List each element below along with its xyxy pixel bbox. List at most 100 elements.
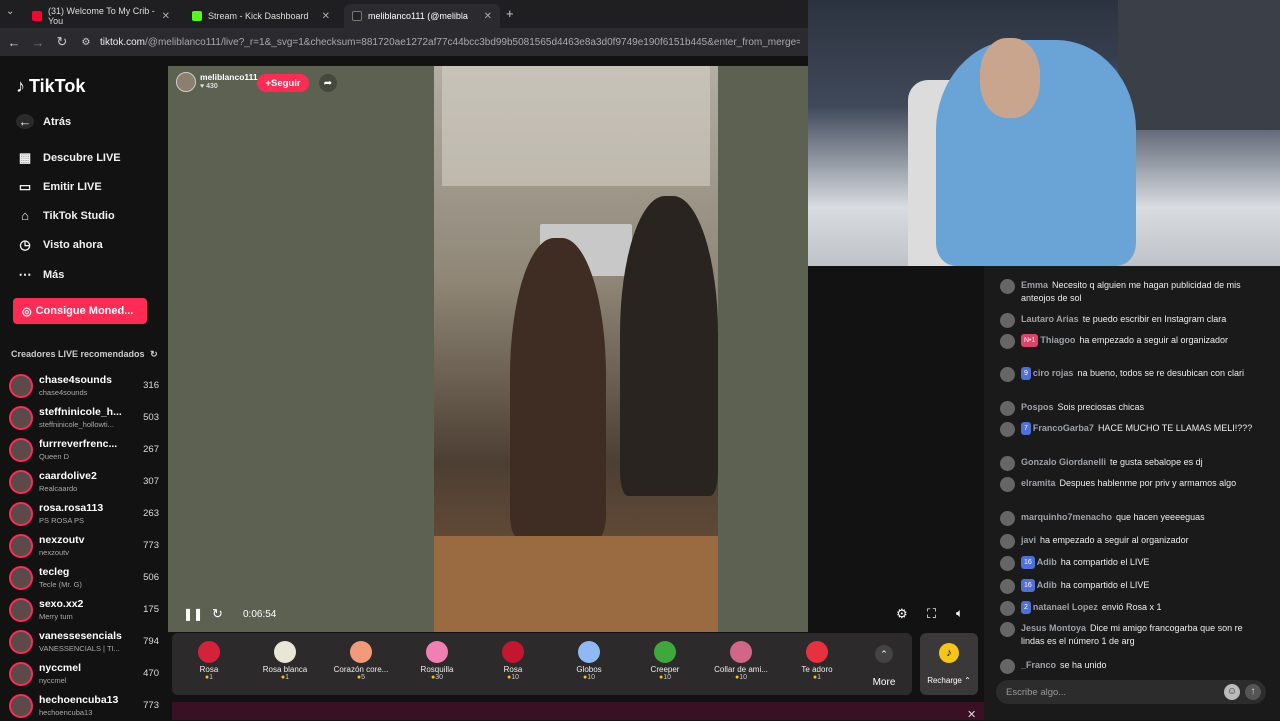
creator-item[interactable]: sexo.xx2 Merry tum 175 xyxy=(9,594,159,624)
tiktok-logo[interactable]: ♪ TikTok xyxy=(16,76,85,97)
host-info[interactable]: meliblanco111 ♥ 430 xyxy=(176,72,258,92)
chat-text: Despues hablenme por priv y armamos algo xyxy=(1059,478,1237,488)
follow-button[interactable]: +Seguir xyxy=(257,74,309,92)
chat-avatar[interactable] xyxy=(1000,279,1015,294)
creator-item[interactable]: chase4sounds chase4sounds 316 xyxy=(9,370,159,400)
creator-name: sexo.xx2 xyxy=(39,598,84,610)
creator-item[interactable]: vanessesencials VANESSENCIALS | TI... 794 xyxy=(9,626,159,656)
get-coins-button[interactable]: ◎ Consigue Moned... xyxy=(13,298,147,324)
chat-avatar[interactable] xyxy=(1000,367,1015,382)
close-tab-icon[interactable]: ✕ xyxy=(162,11,170,22)
chat-username[interactable]: Gonzalo Giordanelli xyxy=(1021,457,1106,467)
recharge-label: Recharge xyxy=(927,676,962,685)
chat-username[interactable]: marquinho7menacho xyxy=(1021,512,1112,522)
chat-avatar[interactable] xyxy=(1000,511,1015,526)
chat-avatar[interactable] xyxy=(1000,334,1015,349)
chat-avatar[interactable] xyxy=(1000,534,1015,549)
close-icon[interactable]: ✕ xyxy=(967,708,976,721)
settings-icon[interactable]: ⚙ xyxy=(896,606,908,622)
share-icon[interactable]: ➦ xyxy=(319,74,337,92)
pause-icon[interactable]: ❚❚ xyxy=(183,607,203,621)
creator-item[interactable]: steffninicole_h... steffninicole_hollowti… xyxy=(9,402,159,432)
chat-avatar[interactable] xyxy=(1000,401,1015,416)
close-tab-icon[interactable]: ✕ xyxy=(322,11,330,22)
volume-icon[interactable]: 🔈︎ xyxy=(956,606,963,621)
chat-username[interactable]: Pospos xyxy=(1021,402,1054,412)
gift-icon xyxy=(502,641,524,663)
chat-username[interactable]: Emma xyxy=(1021,280,1048,290)
emoji-icon[interactable]: ☺ xyxy=(1224,684,1240,700)
chat-avatar[interactable] xyxy=(1000,601,1015,616)
new-tab-icon[interactable]: + xyxy=(506,6,514,21)
chat-username[interactable]: _Franco xyxy=(1021,660,1056,670)
chat-avatar[interactable] xyxy=(1000,659,1015,674)
nav-mas[interactable]: ⋯ Más xyxy=(16,267,65,283)
tab-list-dropdown-icon[interactable]: ⌄ xyxy=(6,6,14,17)
nav-visto-ahora[interactable]: ◷ Visto ahora xyxy=(16,237,102,253)
chat-text: envió Rosa x 1 xyxy=(1101,602,1162,612)
browser-tab-kick[interactable]: Stream - Kick Dashboard ✕ xyxy=(184,4,338,28)
chat-message: 2 natanael Lopez envió Rosa x 1 xyxy=(1000,601,1262,616)
send-icon[interactable]: ↑ xyxy=(1245,684,1261,700)
gift-item[interactable]: Rosa ●10 xyxy=(478,637,548,693)
nav-emitir-live[interactable]: ▭ Emitir LIVE xyxy=(16,179,102,195)
chat-username[interactable]: natanael Lopez xyxy=(1033,602,1098,612)
gift-item[interactable]: Te adoro ●1 xyxy=(782,637,852,693)
chat-username[interactable]: javi xyxy=(1021,535,1036,545)
live-video-frame[interactable] xyxy=(434,66,718,632)
chat-username[interactable]: Adib xyxy=(1037,557,1057,567)
gift-icon xyxy=(350,641,372,663)
chat-username[interactable]: Adib xyxy=(1037,580,1057,590)
chat-avatar[interactable] xyxy=(1000,477,1015,492)
recharge-button[interactable]: ♪ Recharge ⌃ xyxy=(920,633,978,695)
back-link[interactable]: ← Atrás xyxy=(16,114,71,129)
gift-item[interactable]: Collar de ami... ●10 xyxy=(706,637,776,693)
creator-name: chase4sounds xyxy=(39,374,112,386)
gift-item[interactable]: Rosa ●1 xyxy=(174,637,244,693)
chat-text: HACE MUCHO TE LLAMAS MELI!??? xyxy=(1097,423,1253,433)
reload-icon[interactable]: ↻ xyxy=(50,34,74,50)
host-name[interactable]: meliblanco111 xyxy=(200,72,258,82)
refresh-icon[interactable]: ↻ xyxy=(150,349,158,359)
back-arrow-icon[interactable]: ← xyxy=(2,35,26,50)
chat-avatar[interactable] xyxy=(1000,422,1015,437)
gift-name: Rosa xyxy=(199,665,219,674)
refresh-stream-icon[interactable]: ↻ xyxy=(212,606,223,622)
nav-tiktok-studio[interactable]: ⌂ TikTok Studio xyxy=(16,208,115,223)
chat-avatar[interactable] xyxy=(1000,313,1015,328)
chat-avatar[interactable] xyxy=(1000,622,1015,637)
chat-avatar[interactable] xyxy=(1000,456,1015,471)
site-settings-icon[interactable]: ⚙ xyxy=(74,37,98,48)
forward-arrow-icon[interactable]: → xyxy=(26,35,50,50)
creator-item[interactable]: caardolive2 Realcaardo 307 xyxy=(9,466,159,496)
gift-item[interactable]: Rosa blanca ●1 xyxy=(250,637,320,693)
chat-text: ha compartido el LIVE xyxy=(1060,557,1150,567)
gift-item[interactable]: Corazón core... ●5 xyxy=(326,637,396,693)
creator-item[interactable]: tecleg Tecle (Mr. G) 506 xyxy=(9,562,159,592)
gift-item[interactable]: Globos ●10 xyxy=(554,637,624,693)
creator-item[interactable]: rosa.rosa113 PS ROSA PS 263 xyxy=(9,498,159,528)
chat-avatar[interactable] xyxy=(1000,556,1015,571)
gift-item[interactable]: Rosquilla ●30 xyxy=(402,637,472,693)
chat-username[interactable]: elramita xyxy=(1021,478,1056,488)
creator-item[interactable]: nexzoutv nexzoutv 773 xyxy=(9,530,159,560)
more-gifts-button[interactable]: ⌃ More xyxy=(868,645,900,688)
fullscreen-icon[interactable]: ⛶ xyxy=(927,606,936,622)
host-avatar[interactable] xyxy=(176,72,196,92)
browser-tab-tiktok[interactable]: meliblanco111 (@meliblanc ✕ xyxy=(344,4,500,28)
close-tab-icon[interactable]: ✕ xyxy=(484,11,492,22)
chat-avatar[interactable] xyxy=(1000,579,1015,594)
chat-username[interactable]: Jesus Montoya xyxy=(1021,623,1086,633)
url-host: tiktok.com xyxy=(100,36,146,48)
chat-username[interactable]: FrancoGarba7 xyxy=(1033,423,1094,433)
chat-username[interactable]: ciro rojas xyxy=(1033,368,1074,378)
browser-tab-youtube[interactable]: (31) Welcome To My Crib - You ✕ xyxy=(24,4,178,28)
creator-item[interactable]: hechoencuba13 hechoencuba13 773 xyxy=(9,690,159,720)
chat-username[interactable]: Lautaro Arias xyxy=(1021,314,1079,324)
url-input[interactable]: tiktok.com/@meliblanco111/live?_r=1&_svg… xyxy=(100,37,800,48)
gift-item[interactable]: Creeper ●10 xyxy=(630,637,700,693)
nav-descubre-live[interactable]: ▦ Descubre LIVE xyxy=(16,150,121,166)
creator-item[interactable]: nyccmel nyccmel 470 xyxy=(9,658,159,688)
creator-item[interactable]: furrreverfrenc... Queen D 267 xyxy=(9,434,159,464)
chat-username[interactable]: Thiagoo xyxy=(1040,335,1075,345)
